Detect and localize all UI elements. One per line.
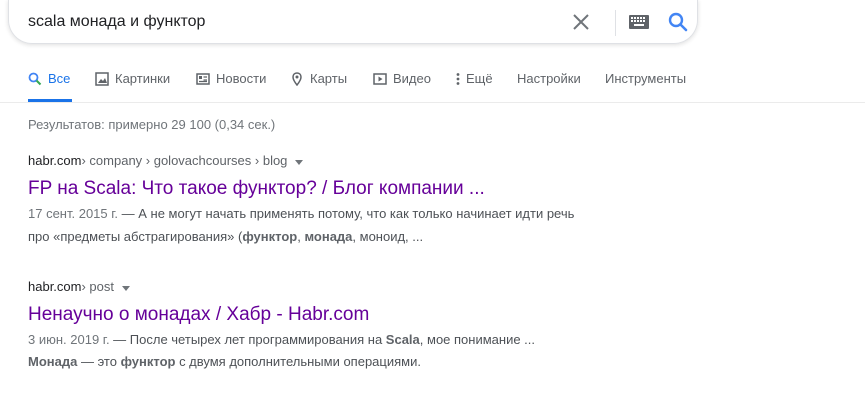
result-snippet: 17 сент. 2015 г. — А не могут начать при… [28,203,668,248]
search-box[interactable] [8,0,698,44]
search-tabs: Все Картинки Новости Карты Видео Ещё Нас… [0,60,865,102]
tabs-divider [0,102,865,103]
search-divider [615,10,616,36]
result-stats: Результатов: примерно 29 100 (0,34 сек.) [28,117,276,132]
search-icon[interactable] [668,12,688,32]
tab-news[interactable]: Новости [196,60,266,102]
result-title-link[interactable]: Ненаучно о монадах / Хабр - Habr.com [28,303,668,327]
image-icon [95,72,109,86]
search-result: habr.com › post Ненаучно о монадах / Хаб… [28,278,668,373]
tab-label: Новости [216,71,267,86]
close-icon[interactable] [572,13,590,31]
snippet-highlight: Монада [28,354,78,369]
dropdown-arrow-icon[interactable] [122,285,130,291]
tab-images[interactable]: Картинки [95,60,170,102]
snippet-text: с двумя дополнительными операциями. [175,354,421,369]
result-path: › post [81,279,114,294]
result-domain: habr.com [28,153,82,168]
snippet-highlight: монада [304,229,353,244]
snippet-highlight: функтор [242,229,298,244]
tab-video[interactable]: Видео [373,60,431,102]
snippet-highlight: функтор [120,354,176,369]
snippet-text: — После четырех лет программирования на [109,332,386,347]
result-date: 3 июн. 2019 г. [28,332,110,347]
tab-label: Карты [310,71,348,86]
snippet-text: про «предметы абстрагирования» ( [28,229,243,244]
tab-label: Видео [393,71,431,86]
tab-label: Инструменты [605,71,687,86]
tab-maps[interactable]: Карты [290,60,347,102]
tab-label: Все [48,71,71,86]
search-icon [28,72,42,86]
snippet-text: , моноид, ... [352,229,424,244]
snippet-text: — это [77,354,121,369]
tab-all[interactable]: Все [28,60,72,102]
tab-label: Ещё [466,71,493,86]
tab-more[interactable]: Ещё [455,60,493,102]
keyboard-icon[interactable] [629,15,649,29]
snippet-highlight: Scala [385,332,420,347]
dropdown-arrow-icon[interactable] [295,159,304,165]
search-result: habr.com › company › golovachcourses › b… [28,152,668,248]
more-vert-icon [456,73,460,85]
result-url[interactable]: habr.com › post [28,278,668,296]
video-icon [373,73,387,85]
result-domain: habr.com [28,279,82,294]
snippet-text: — А не могут начать применять потому, чт… [118,206,575,221]
tab-label: Картинки [115,71,171,86]
tab-settings[interactable]: Настройки [517,60,581,102]
map-pin-icon [292,72,302,86]
result-date: 17 сент. 2015 г. [28,206,119,221]
tab-label: Настройки [517,71,581,86]
news-icon [196,73,210,85]
search-input[interactable] [28,12,548,32]
result-title-link[interactable]: FP на Scala: Что такое функтор? / Блог к… [28,177,668,201]
tab-tools[interactable]: Инструменты [605,60,686,102]
result-snippet: 3 июн. 2019 г. — После четырех лет прогр… [28,329,668,373]
result-url[interactable]: habr.com › company › golovachcourses › b… [28,152,668,170]
result-path: › company › golovachcourses › blog [81,153,288,168]
snippet-text: , мое понимание ... [419,332,536,347]
